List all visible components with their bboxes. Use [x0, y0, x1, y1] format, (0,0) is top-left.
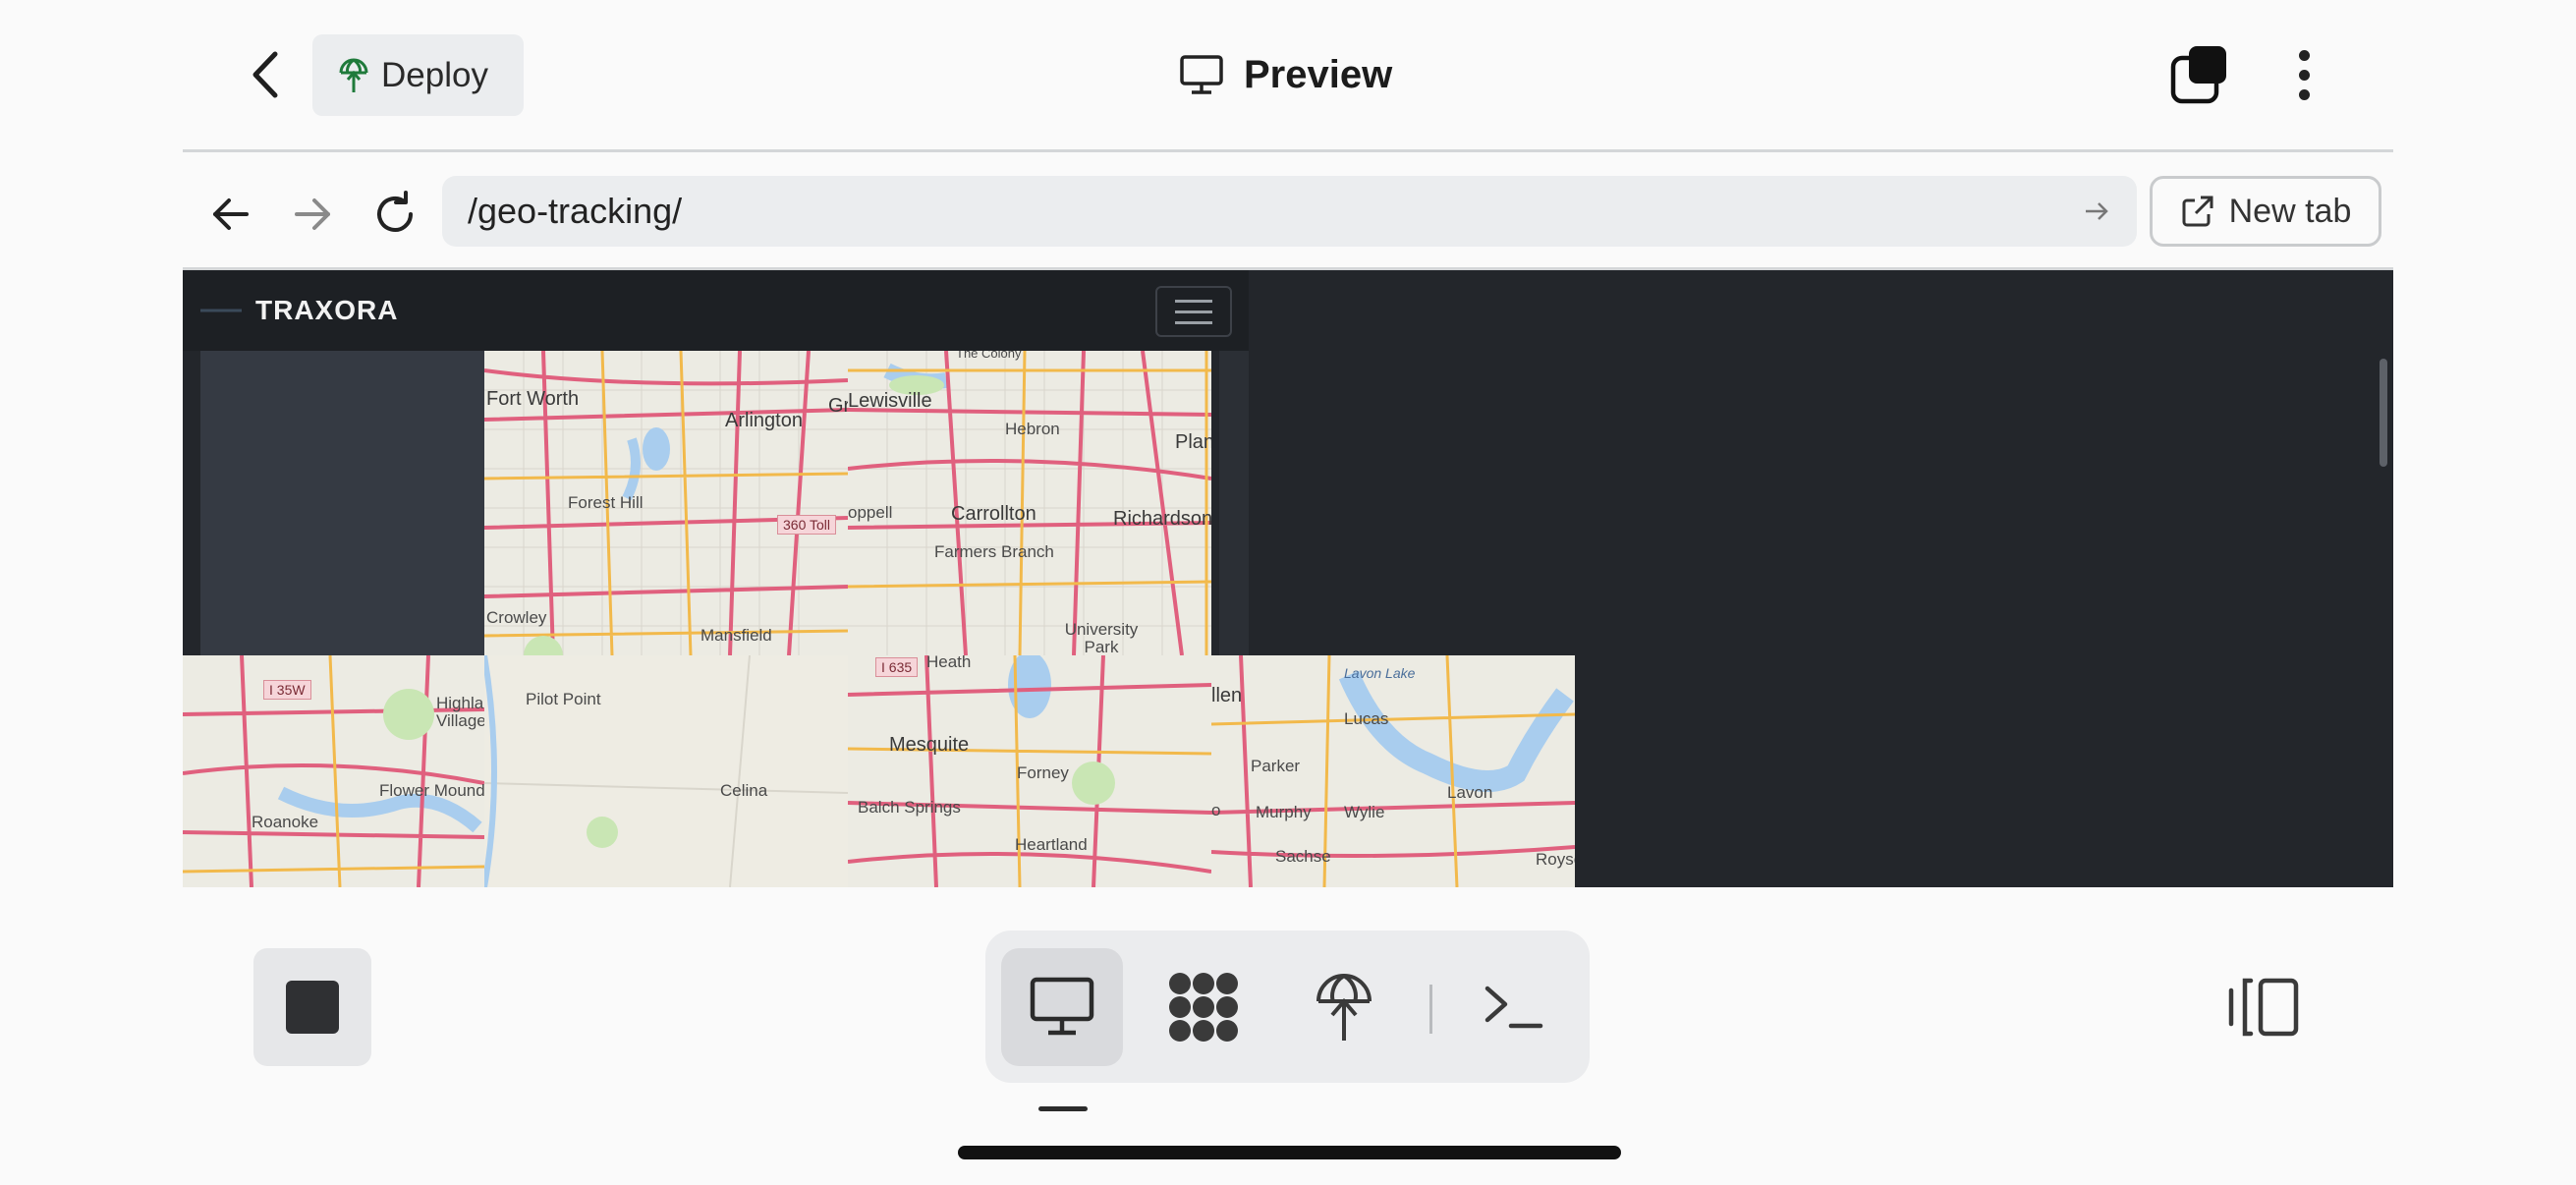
- map-label: Crowley: [486, 608, 547, 627]
- deploy-globe-icon: [339, 58, 368, 92]
- new-tab-label: New tab: [2228, 192, 2352, 230]
- map-label: Balch Springs: [858, 798, 961, 817]
- map-tile[interactable]: llen Lucas Lavon Lake Parker o Murphy Wy…: [1211, 655, 1575, 887]
- map-label: Lucas: [1344, 709, 1389, 728]
- deploy-label: Deploy: [381, 55, 488, 94]
- map-label: Gr: [828, 395, 848, 417]
- arrow-right-icon: [295, 198, 330, 230]
- map-label: Roanoke: [252, 813, 319, 831]
- map-label: Heartland: [1015, 835, 1088, 854]
- agents-tool-button[interactable]: [1154, 958, 1253, 1056]
- map-label: Plan: [1175, 431, 1211, 453]
- road-shield: I 35W: [263, 680, 311, 700]
- agents-icon: [1169, 973, 1238, 1042]
- map-tile[interactable]: Fort Worth Arlington Gr Forest Hill Crow…: [484, 351, 848, 655]
- map-label: Wylie: [1344, 803, 1385, 821]
- monitor-icon: [1180, 55, 1223, 94]
- hamburger-menu-button[interactable]: [1155, 286, 1232, 337]
- selected-tab-indicator: [1038, 1106, 1088, 1111]
- map-label: Forest Hill: [568, 493, 644, 512]
- map-tile[interactable]: The Colony Lewisville Hebron Plan oppell…: [848, 351, 1211, 655]
- reload-icon: [377, 191, 413, 232]
- brand-name: TRAXORA: [255, 295, 399, 325]
- page-title-text: Preview: [1244, 52, 1393, 96]
- map-label: Farmers Branch: [934, 542, 1054, 561]
- more-menu-button[interactable]: [2284, 44, 2324, 105]
- map-label: University Park: [1064, 620, 1139, 656]
- map-label: Highla Village: [436, 694, 484, 730]
- map-label: Lewisville: [848, 390, 932, 412]
- browser-forward-button[interactable]: [283, 185, 342, 244]
- map-label: Mesquite: [889, 734, 970, 756]
- external-link-icon: [2182, 196, 2213, 227]
- panel-toggle-button[interactable]: [2225, 973, 2304, 1042]
- hamburger-icon: [1175, 299, 1212, 303]
- map-label: Royse: [1536, 850, 1575, 869]
- go-arrow-icon[interactable]: [2082, 197, 2111, 226]
- map-label: Sachse: [1275, 847, 1331, 866]
- panel-toggle-icon: [2228, 978, 2299, 1037]
- monitor-icon: [1030, 977, 1094, 1036]
- preview-tool-button[interactable]: [1013, 958, 1111, 1056]
- map-label: llen: [1211, 685, 1243, 706]
- deploy-globe-icon: [1316, 974, 1372, 1041]
- map-label: Carrollton: [951, 503, 1036, 525]
- stop-icon: [286, 981, 339, 1034]
- map-tile[interactable]: I 35W Highla Village Flower Mound Roanok…: [183, 655, 484, 887]
- map-label: Fort Worth: [486, 388, 580, 410]
- map-label: oppell: [848, 503, 893, 522]
- stop-button[interactable]: [253, 948, 371, 1066]
- map-label: Parker: [1251, 757, 1301, 775]
- tabs-icon: [2170, 46, 2226, 104]
- browser-back-button[interactable]: [201, 185, 260, 244]
- terminal-icon: [1484, 986, 1543, 1029]
- url-input[interactable]: /geo-tracking/: [442, 176, 2137, 247]
- reload-button[interactable]: [365, 185, 424, 244]
- map-tile[interactable]: Pilot Point Celina: [484, 655, 848, 887]
- home-indicator: [958, 1146, 1621, 1159]
- map-label: Pilot Point: [526, 690, 601, 708]
- new-tab-button[interactable]: New tab: [2150, 176, 2381, 247]
- preview-frame[interactable]: TRAXORA Fort Worth Arlington Gr Forest H…: [183, 270, 2393, 887]
- map-label: Flower Mound: [379, 781, 484, 800]
- map-label: Murphy: [1256, 803, 1312, 821]
- arrow-left-icon: [213, 198, 249, 230]
- map-label: Celina: [720, 781, 768, 800]
- map-label: Richardson: [1113, 508, 1211, 530]
- terminal-tool-button[interactable]: [1464, 958, 1562, 1056]
- tabs-button[interactable]: [2169, 44, 2230, 105]
- map-label: o: [1211, 801, 1221, 819]
- scrollbar-thumb[interactable]: [2380, 359, 2387, 467]
- brand-logo-icon: [200, 309, 242, 312]
- page-title: Preview: [1179, 44, 1392, 105]
- chevron-left-icon: [252, 51, 278, 98]
- deploy-tool-button[interactable]: [1295, 958, 1393, 1056]
- kebab-menu-icon: [2298, 49, 2310, 61]
- map-edge: [1219, 351, 1249, 655]
- deploy-button[interactable]: Deploy: [312, 34, 524, 116]
- app-sidebar: [200, 351, 485, 655]
- url-text: /geo-tracking/: [468, 191, 683, 231]
- map-label: Mansfield: [700, 626, 772, 645]
- map-label: Arlington: [725, 410, 803, 431]
- road-shield: 360 Toll: [777, 515, 837, 535]
- back-button[interactable]: [241, 44, 292, 105]
- map-label: Lavon Lake: [1344, 665, 1416, 681]
- map-label: Hebron: [1005, 420, 1060, 438]
- map-label: Forney: [1017, 763, 1069, 782]
- divider: [183, 149, 2393, 152]
- toolbar-separator: [1429, 985, 1432, 1034]
- map-tile[interactable]: Heath I 635 Mesquite Forney Balch Spring…: [848, 655, 1211, 887]
- road-shield: I 635: [875, 657, 919, 677]
- map-label: Heath: [926, 655, 972, 671]
- map-label: The Colony: [956, 351, 1022, 361]
- map-label: Lavon: [1447, 783, 1493, 802]
- map-tile-roads: [183, 655, 484, 887]
- app-navbar: TRAXORA: [183, 270, 1249, 351]
